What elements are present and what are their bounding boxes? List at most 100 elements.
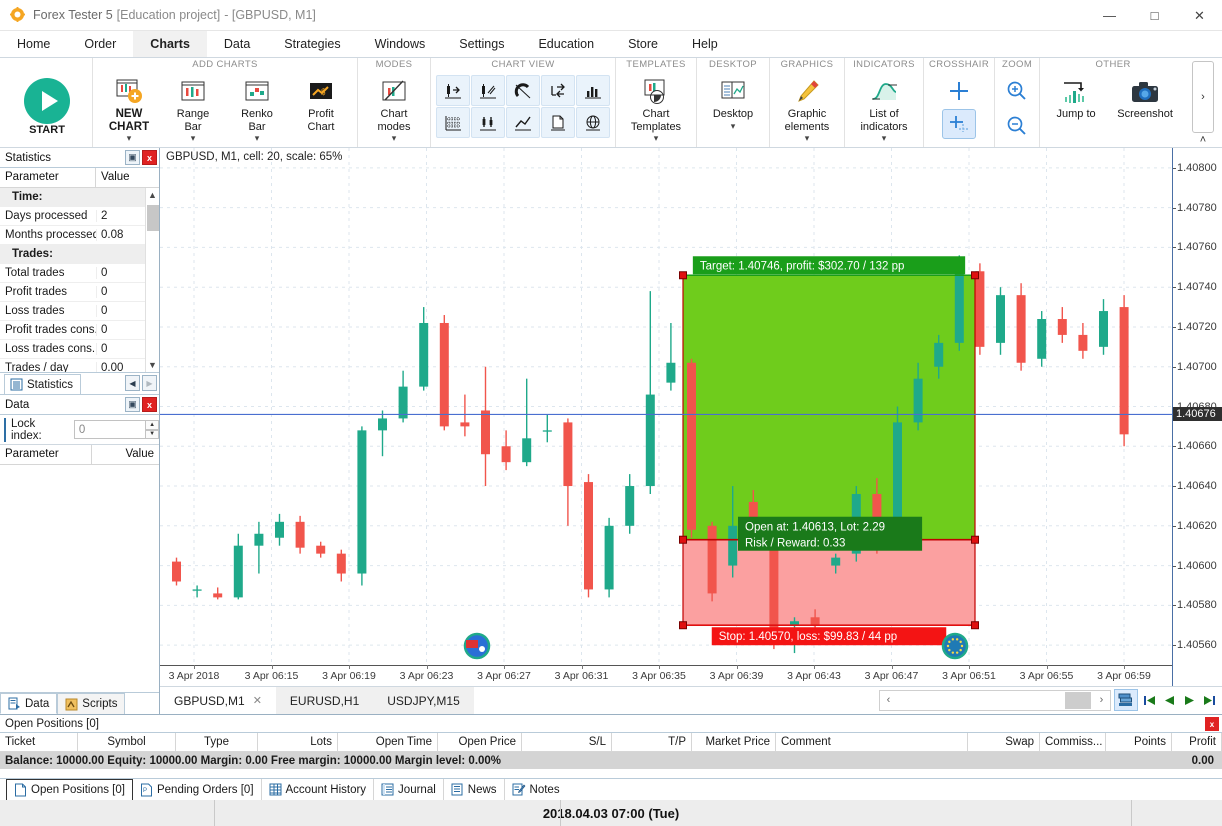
nav-prev-button[interactable] <box>1161 689 1178 711</box>
tab-open-positions[interactable]: Open Positions [0] <box>6 779 133 800</box>
terminal-col-type[interactable]: Type <box>176 733 258 751</box>
new-chart-button[interactable]: NEW CHART ▾ <box>98 74 160 142</box>
maximize-icon[interactable]: □ <box>1132 0 1177 31</box>
scrollbar-thumb[interactable] <box>1065 692 1091 709</box>
graphic-elements-button[interactable]: Graphic elements ▾ <box>775 74 839 142</box>
menu-strategies[interactable]: Strategies <box>267 31 357 57</box>
tab-news[interactable]: News <box>444 779 505 800</box>
menu-windows[interactable]: Windows <box>358 31 443 57</box>
lock-index-stepper[interactable]: ▲ ▼ <box>145 420 159 439</box>
crosshair-simple-button[interactable] <box>942 76 976 106</box>
menu-settings[interactable]: Settings <box>442 31 521 57</box>
ribbon-more-button[interactable]: › <box>1192 61 1214 133</box>
volumes-button[interactable] <box>576 75 610 106</box>
tab-prev-button[interactable]: ◀ <box>125 375 140 391</box>
tab-statistics[interactable]: Statistics <box>4 374 81 394</box>
data-restore-icon[interactable]: ▣ <box>125 397 140 412</box>
zoom-out-button[interactable] <box>1000 111 1034 141</box>
jump-to-button[interactable]: Jump to <box>1045 74 1107 121</box>
nav-first-button[interactable] <box>1141 689 1158 711</box>
news-event-marker[interactable] <box>943 634 967 658</box>
menu-charts[interactable]: Charts <box>133 31 207 57</box>
renko-bar-button[interactable]: Renko Bar ▾ <box>226 74 288 142</box>
tab-next-button[interactable]: ▶ <box>142 375 157 391</box>
lock-index-input[interactable]: 0 <box>74 420 146 439</box>
nav-last-button[interactable] <box>1201 689 1218 711</box>
terminal-col-commiss[interactable]: Commiss... <box>1040 733 1106 751</box>
minimize-icon[interactable]: — <box>1087 0 1132 31</box>
globe-button[interactable] <box>576 107 610 138</box>
terminal-col-ticket[interactable]: Ticket <box>0 733 78 751</box>
ribbon-collapse-button[interactable]: ˄ <box>1200 134 1206 146</box>
tab-account-history[interactable]: Account History <box>262 779 375 800</box>
terminal-col-symbol[interactable]: Symbol <box>78 733 176 751</box>
news-event-marker[interactable] <box>465 634 489 658</box>
tab-journal[interactable]: Journal <box>374 779 444 800</box>
chevron-down-icon[interactable]: ▾ <box>654 134 659 142</box>
menu-education[interactable]: Education <box>521 31 611 57</box>
zoom-in-button[interactable] <box>1000 76 1034 106</box>
stepper-down-icon[interactable]: ▼ <box>145 430 159 440</box>
chevron-down-icon[interactable]: ▾ <box>127 134 132 142</box>
chevron-down-icon[interactable]: ▾ <box>731 122 736 130</box>
terminal-col-s-l[interactable]: S/L <box>522 733 612 751</box>
new-page-button[interactable] <box>541 107 575 138</box>
shift-end-of-chart-button[interactable] <box>436 75 470 106</box>
crosshair-measure-button[interactable] <box>942 109 976 139</box>
menu-store[interactable]: Store <box>611 31 675 57</box>
chart-plot[interactable]: Target: 1.40746, profit: $302.70 / 132 p… <box>160 148 1172 665</box>
statistics-restore-icon[interactable]: ▣ <box>125 150 140 165</box>
terminal-col-lots[interactable]: Lots <box>258 733 338 751</box>
price-axis[interactable]: 1.408001.407801.407601.407401.407201.407… <box>1172 148 1222 686</box>
tab-notes[interactable]: Notes <box>505 779 567 800</box>
range-bar-button[interactable]: Range Bar ▾ <box>162 74 224 142</box>
menu-help[interactable]: Help <box>675 31 735 57</box>
desktop-button[interactable]: Desktop ▾ <box>702 74 764 130</box>
terminal-col-t-p[interactable]: T/P <box>612 733 692 751</box>
data-close-icon[interactable]: x <box>142 397 157 412</box>
scroll-right-icon[interactable]: › <box>1093 694 1110 706</box>
chevron-down-icon[interactable]: ▾ <box>191 134 196 142</box>
magnet-button[interactable] <box>506 75 540 106</box>
menu-order[interactable]: Order <box>67 31 133 57</box>
statistics-close-icon[interactable]: x <box>142 150 157 165</box>
scroll-down-icon[interactable]: ▼ <box>146 358 159 372</box>
terminal-close-icon[interactable]: x <box>1205 717 1219 731</box>
grid-button[interactable] <box>436 107 470 138</box>
chart-area[interactable]: Target: 1.40746, profit: $302.70 / 132 p… <box>160 148 1222 686</box>
terminal-col-open-time[interactable]: Open Time <box>338 733 438 751</box>
stepper-up-icon[interactable]: ▲ <box>145 420 159 430</box>
chart-modes-button[interactable]: Chart modes ▾ <box>363 74 425 142</box>
terminal-col-comment[interactable]: Comment <box>776 733 968 751</box>
terminal-col-points[interactable]: Points <box>1106 733 1172 751</box>
auto-scroll-button[interactable] <box>541 75 575 106</box>
chevron-down-icon[interactable]: ▾ <box>882 134 887 142</box>
chart-shift-button[interactable] <box>471 75 505 106</box>
menu-home[interactable]: Home <box>0 31 67 57</box>
chart-tab-eurusd-h1[interactable]: EURUSD,H1 <box>276 687 373 714</box>
list-of-indicators-button[interactable]: List of indicators ▾ <box>850 74 918 142</box>
screenshot-button[interactable]: Screenshot <box>1109 74 1181 121</box>
nav-next-button[interactable] <box>1181 689 1198 711</box>
chart-horizontal-scrollbar[interactable]: ‹ › <box>879 690 1111 711</box>
scrollbar-thumb[interactable] <box>147 205 159 231</box>
chart-tab-gbpusd-m1[interactable]: GBPUSD,M1 ✕ <box>160 687 276 714</box>
chevron-down-icon[interactable]: ▾ <box>805 134 810 142</box>
bar-chart-view-button[interactable] <box>471 107 505 138</box>
menu-data[interactable]: Data <box>207 31 267 57</box>
profit-chart-button[interactable]: $ Profit Chart <box>290 74 352 133</box>
cascade-windows-button[interactable] <box>1114 689 1138 711</box>
start-button[interactable]: START <box>10 74 84 137</box>
terminal-col-open-price[interactable]: Open Price <box>438 733 522 751</box>
time-axis[interactable]: 3 Apr 20183 Apr 06:153 Apr 06:193 Apr 06… <box>160 665 1172 686</box>
order-tool[interactable] <box>683 275 975 625</box>
chart-templates-button[interactable]: Chart Templates ▾ <box>621 74 691 142</box>
scroll-up-icon[interactable]: ▲ <box>146 188 159 202</box>
statistics-vertical-scrollbar[interactable]: ▲ ▼ <box>145 188 159 372</box>
tab-scripts[interactable]: Scripts <box>57 693 125 714</box>
terminal-col-market-price[interactable]: Market Price <box>692 733 776 751</box>
chevron-down-icon[interactable]: ▾ <box>392 134 397 142</box>
terminal-col-profit[interactable]: Profit <box>1172 733 1222 751</box>
chevron-down-icon[interactable]: ▾ <box>255 134 260 142</box>
tab-pending-orders[interactable]: P Pending Orders [0] <box>133 779 262 800</box>
